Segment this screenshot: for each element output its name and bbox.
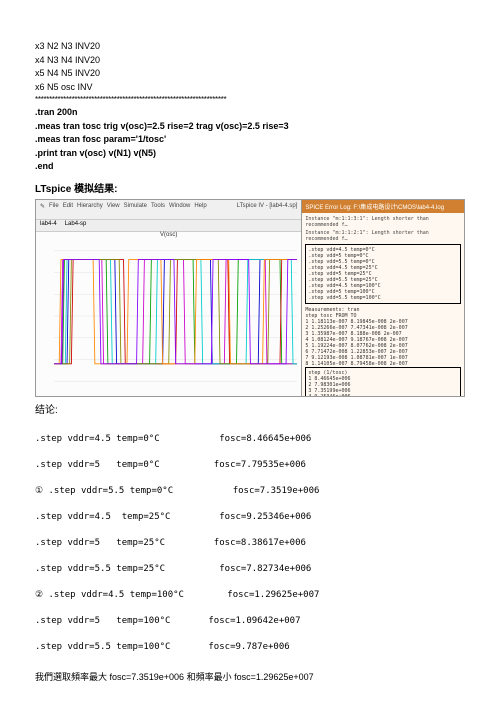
netlist-line: x3 N2 N3 INV20 (35, 40, 465, 54)
log-warn: Instance "m:1:1:2:1": Length shorter tha… (305, 230, 461, 242)
separator-stars: ****************************************… (35, 94, 465, 106)
conclusion-title: 结论: (35, 401, 465, 416)
menu-item[interactable]: Help (194, 203, 206, 216)
result-title: LTspice 模拟结果: (35, 180, 465, 195)
menu-item[interactable]: Window (169, 203, 190, 216)
cmd-line: .meas tran tosc trig v(osc)=2.5 rise=2 t… (35, 120, 465, 134)
netlist-line: x6 N5 osc INV (35, 81, 465, 95)
ltspice-main: ✎ File Edit Hierarchy View Simulate Tool… (36, 200, 301, 396)
cmd-line: .meas tran fosc param='1/tosc' (35, 133, 465, 147)
step-line: .step vddr=4.5 temp=0°C fosc=8.46645e+00… (35, 433, 465, 446)
step-line: ① .step vddr=5.5 temp=0°C fosc=7.3519e+0… (35, 485, 465, 498)
menu-item[interactable]: Hierarchy (77, 203, 103, 216)
menu-item[interactable]: Edit (63, 203, 73, 216)
menu-item[interactable]: Simulate (124, 203, 147, 216)
step-line: .step vddr=5 temp=0°C fosc=7.79535e+006 (35, 459, 465, 472)
plot-body[interactable] (36, 238, 301, 396)
cmd-line: .print tran v(osc) v(N1) v(N5) (35, 147, 465, 161)
log-body[interactable]: Instance "m:1:1:3:1": Length shorter tha… (302, 213, 464, 396)
step-line: .step vddr=5 temp=100°C fosc=1.09642e+00… (35, 615, 465, 628)
tab-bar: lab4-4 Lab4-sp (36, 220, 301, 232)
step-line: .step vddr=5.5 temp=100°C fosc=9.787e+00… (35, 641, 465, 654)
ltspice-menubar[interactable]: ✎ File Edit Hierarchy View Simulate Tool… (36, 200, 301, 220)
netlist-line: x4 N3 N4 INV20 (35, 54, 465, 68)
log-line: .step vdd=5.5 temp=100°C (308, 295, 458, 301)
conclusion-steps: .step vddr=4.5 temp=0°C fosc=8.46645e+00… (35, 420, 465, 668)
waveform-plot (54, 240, 297, 392)
step-line: .step vddr=4.5 temp=25°C fosc=9.25346e+0… (35, 511, 465, 524)
menu-item[interactable]: View (107, 203, 120, 216)
fosc-row: 4 9.25346e+006 (308, 394, 458, 396)
tab-item[interactable]: lab4-4 (40, 221, 57, 230)
tab-item[interactable]: Lab4-sp (65, 221, 87, 230)
window-title: LTspice IV - [lab4-4.sp] (237, 203, 298, 216)
menu-item[interactable]: Tools (151, 203, 165, 216)
step-line: ② .step vddr=4.5 temp=100°C fosc=1.29625… (35, 589, 465, 602)
ltspice-window: ✎ File Edit Hierarchy View Simulate Tool… (35, 199, 465, 397)
cmd-line: .tran 200n (35, 106, 465, 120)
log-title: SPICE Error Log: F:\集成电路设计\CMOS\lab4-4.l… (302, 200, 464, 213)
netlist-line: x5 N4 N5 INV20 (35, 67, 465, 81)
fosc-block: step (1/tosc) 1 8.46645e+006 2 7.98301e+… (305, 367, 461, 396)
step-block: .step vdd=4.5 temp=0°C .step vdd=5 temp=… (305, 244, 461, 304)
final-summary: 我們選取頻率最大 fosc=7.3519e+006 和頻率最小 fosc=1.2… (35, 670, 465, 683)
netlist-block: x3 N2 N3 INV20 x4 N3 N4 INV20 x5 N4 N5 I… (35, 40, 465, 174)
menu-item[interactable]: File (49, 203, 59, 216)
cmd-line: .end (35, 160, 465, 174)
log-warn: Instance "m:1:1:3:1": Length shorter tha… (305, 216, 461, 228)
step-line: .step vddr=5.5 temp=25°C fosc=7.82734e+0… (35, 563, 465, 576)
spice-log-panel: SPICE Error Log: F:\集成电路设计\CMOS\lab4-4.l… (301, 200, 464, 396)
ltspice-logo-icon: ✎ (40, 203, 45, 216)
step-line: .step vddr=5 temp=25°C fosc=8.38617e+006 (35, 537, 465, 550)
